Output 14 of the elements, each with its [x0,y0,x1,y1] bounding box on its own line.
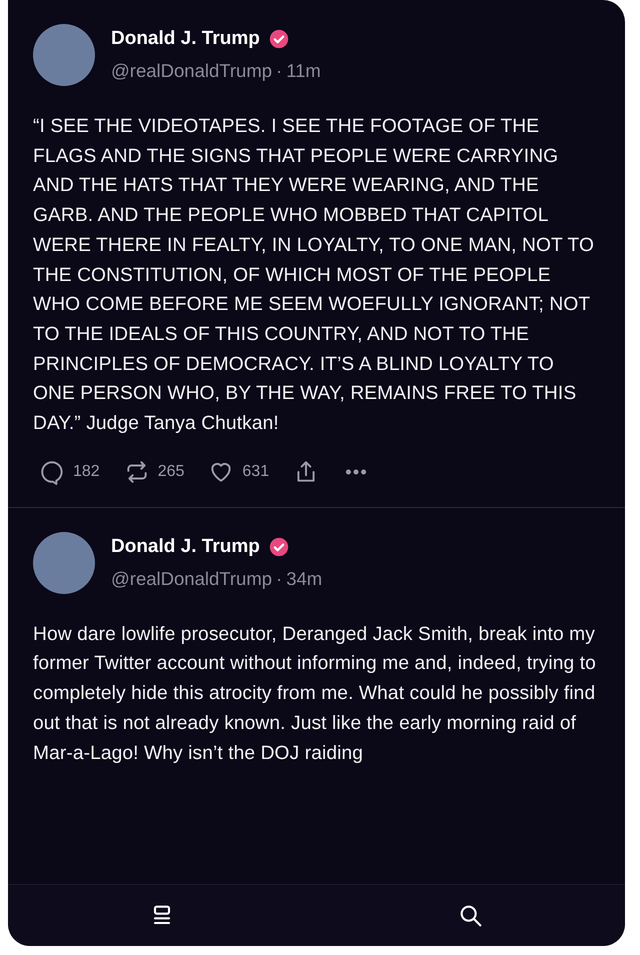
author-name[interactable]: Donald J. Trump [111,532,260,562]
repost-count: 265 [158,462,184,482]
author-name[interactable]: Donald J. Trump [111,24,260,54]
post-text: How dare lowlife prosecutor, Deranged Jack Smith, break into my former Twitter account without informing me and, indeed, trying to completely hide this atrocity from me. What could he possibly find out that is not already known. Just like the early morning raid of Mar-a-Lago! Why isn’t the DOJ raiding [33,622,597,766]
reply-icon[interactable] [39,458,65,485]
post-time: 11m [286,59,321,84]
reply-count: 182 [73,462,100,482]
separator-dot: · [276,567,282,592]
post-time: 34m [286,567,322,592]
user-handle[interactable]: @realDonaldTrump [111,57,272,86]
user-handle[interactable]: @realDonaldTrump [111,565,272,593]
post-text: “I SEE THE VIDEOTAPES. I SEE THE FOOTAGE OF THE FLAGS AND THE SIGNS THAT PEOPLE WERE CARRYING AND THE HATS THAT THEY WERE WEARING, AND THE GARB. AND THE PEOPLE WHO MOBBED THAT CAPITOL WERE THERE IN FEALTY, IN LOYALTY, TO ONE MAN, NOT TO THE CONSTITUTION, OF WHICH MOST OF THE PEOPLE WHO COME BEFORE ME SEEM WOEFULLY IGNORANT; NOT TO THE IDEALS OF THIS COUNTRY, AND NOT TO THE PRINCIPLES OF DEMOCRACY. IT’S A BLIND LOYALTY TO ONE PERSON WHO, BY THE WAY, REMAINS FREE TO THIS DAY.” Judge Tanya Chutkan! [33,115,596,436]
like-count: 631 [242,462,270,482]
separator-dot: · [276,59,282,84]
